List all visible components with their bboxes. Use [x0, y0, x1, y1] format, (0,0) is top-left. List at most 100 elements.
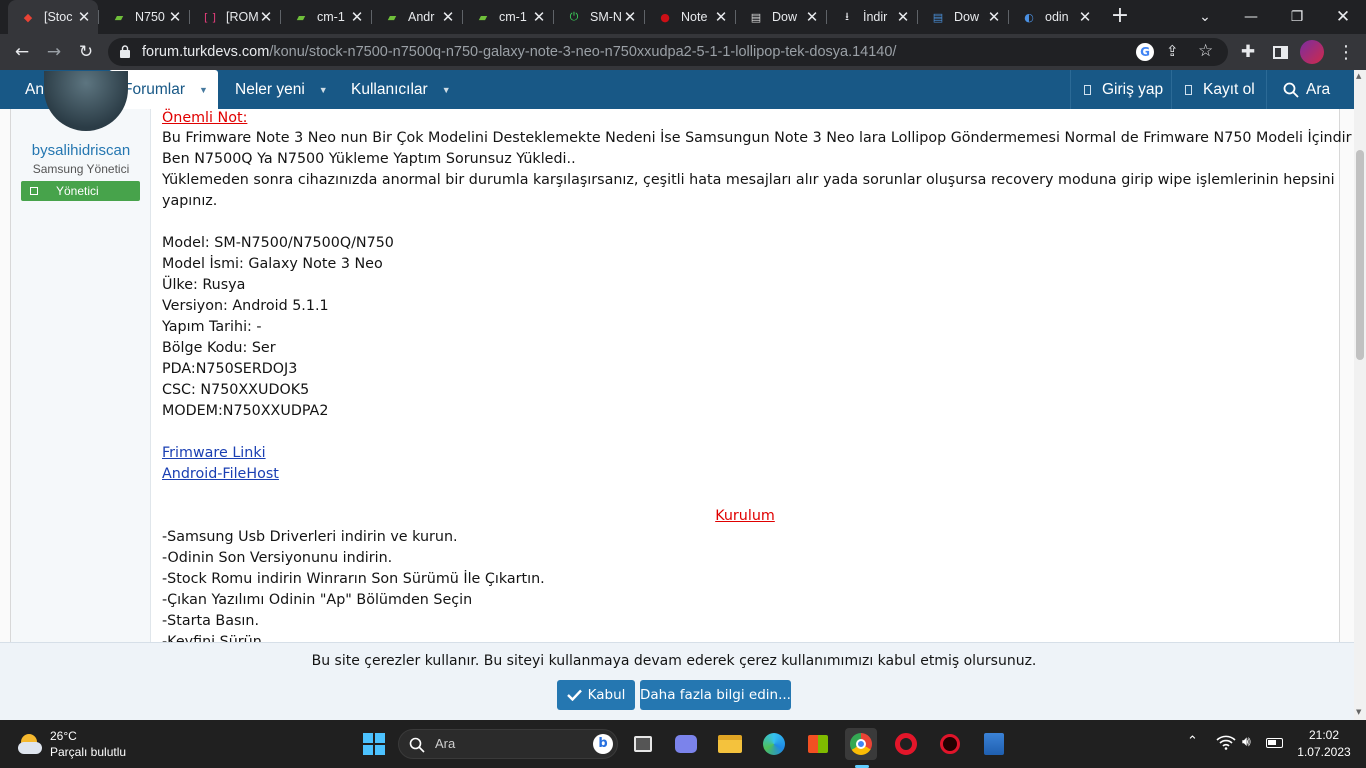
cookie-text: Bu site çerezler kullanır. Bu siteyi kul… [311, 653, 1037, 669]
chrome-icon[interactable] [845, 728, 877, 760]
chevron-down-icon[interactable]: ▼ [442, 85, 451, 95]
taskbar-search-placeholder: Ara [435, 736, 456, 751]
battery-icon[interactable] [1266, 738, 1283, 748]
close-tab-icon[interactable]: ✕ [349, 8, 365, 26]
reload-icon[interactable]: ↻ [74, 40, 98, 64]
scroll-down-icon[interactable]: ▼ [1356, 708, 1361, 716]
key-icon [1084, 84, 1091, 95]
cookie-accept-button[interactable]: Kabul [557, 680, 635, 710]
scrollbar-thumb[interactable] [1356, 150, 1364, 360]
clock-time[interactable]: 21:02 [1294, 728, 1354, 742]
tab-separator [644, 10, 645, 24]
menu-dots-icon[interactable]: ⋮ [1334, 40, 1358, 64]
close-tab-icon[interactable]: ✕ [1077, 8, 1093, 26]
tab-title: Dow [772, 10, 798, 24]
browser-tab[interactable]: ▰ cm-1 ✕ [463, 0, 553, 34]
forward-arrow-icon[interactable]: → [42, 40, 66, 64]
task-view-icon[interactable] [627, 728, 659, 760]
android-filehost-link[interactable]: Android-FileHost [162, 466, 279, 482]
close-tab-icon[interactable]: ✕ [76, 8, 92, 26]
share-icon[interactable]: ⇪ [1166, 42, 1179, 60]
close-tab-icon[interactable]: ✕ [258, 8, 274, 26]
turkdevs-icon: ◆ [23, 10, 33, 24]
browser-tab[interactable]: ◆ [Stoc ✕ [8, 0, 98, 34]
tab-separator [189, 10, 190, 24]
browser-tab[interactable]: ▰ Andr ✕ [372, 0, 462, 34]
maximize-button[interactable]: ❐ [1274, 0, 1320, 34]
android-icon: ▰ [387, 10, 397, 24]
nav-whats-new[interactable]: Neler yeni ▼ [235, 70, 328, 109]
chevron-down-icon[interactable]: ▼ [199, 85, 208, 95]
extensions-icon[interactable]: ✚ [1236, 40, 1260, 64]
browser-tab[interactable]: ◐ odin ✕ [1009, 0, 1099, 34]
user-title: Samsung Yönetici [32, 162, 130, 176]
nav-forums-label: Forumlar [123, 80, 186, 98]
teams-chat-icon[interactable] [670, 728, 702, 760]
close-tab-icon[interactable]: ✕ [167, 8, 183, 26]
nav-search[interactable]: Ara [1283, 70, 1330, 109]
nav-members[interactable]: Kullanıcılar ▼ [351, 70, 451, 109]
tab-separator [371, 10, 372, 24]
close-tab-icon[interactable]: ✕ [895, 8, 911, 26]
note-line: Ben N7500Q Ya N7500 Yükleme Yaptım Sorun… [162, 151, 576, 167]
page-scrollbar[interactable]: ▲ ▼ [1354, 70, 1366, 720]
nav-divider [1266, 70, 1267, 109]
user-plus-icon [1185, 84, 1192, 95]
username-link[interactable]: bysalihidriscan [11, 142, 151, 159]
wifi-icon[interactable] [1216, 734, 1236, 752]
file-explorer-icon[interactable] [714, 728, 746, 760]
minimize-button[interactable]: — [1228, 0, 1274, 34]
browser-tab[interactable]: ⏻ SM-N ✕ [554, 0, 644, 34]
tab-title: [ROM [226, 10, 258, 24]
avatar[interactable] [44, 71, 128, 131]
close-window-button[interactable]: ✕ [1320, 0, 1366, 34]
nav-register[interactable]: Kayıt ol [1185, 70, 1255, 109]
profile-avatar[interactable] [1300, 40, 1324, 64]
spec-line: MODEM:N750XXUDPA2 [162, 403, 329, 419]
back-arrow-icon[interactable]: ← [10, 40, 34, 64]
google-lens-icon[interactable]: G [1136, 43, 1154, 61]
browser-tab[interactable]: ▰ N750 ✕ [99, 0, 189, 34]
installer-app-icon[interactable] [978, 728, 1010, 760]
document-icon: ▤ [932, 10, 944, 24]
weather-temp[interactable]: 26°C [50, 729, 77, 743]
gaming-app-icon[interactable] [934, 728, 966, 760]
chevron-up-icon[interactable]: ⌃ [1187, 734, 1198, 749]
close-tab-icon[interactable]: ✕ [622, 8, 638, 26]
start-windows-icon[interactable] [358, 728, 390, 760]
tab-separator [735, 10, 736, 24]
browser-tab[interactable]: ▤ Dow ✕ [918, 0, 1008, 34]
user-badge-label: Yönetici [56, 184, 99, 198]
weather-icon[interactable] [18, 732, 44, 756]
clock-date[interactable]: 1.07.2023 [1294, 745, 1354, 759]
browser-tab[interactable]: ▰ cm-1 ✕ [281, 0, 371, 34]
close-tab-icon[interactable]: ✕ [531, 8, 547, 26]
microsoft-store-icon[interactable] [802, 728, 834, 760]
download-icon: ⭳ [845, 9, 849, 23]
scroll-up-icon[interactable]: ▲ [1356, 72, 1361, 80]
close-tab-icon[interactable]: ✕ [804, 8, 820, 26]
browser-tab[interactable]: ▤ Dow ✕ [736, 0, 826, 34]
browser-tab[interactable]: ● Note ✕ [645, 0, 735, 34]
close-tab-icon[interactable]: ✕ [440, 8, 456, 26]
close-tab-icon[interactable]: ✕ [986, 8, 1002, 26]
close-tab-icon[interactable]: ✕ [713, 8, 729, 26]
chevron-down-icon[interactable]: ▼ [319, 85, 328, 95]
nav-login[interactable]: Giriş yap [1084, 70, 1163, 109]
browser-tab[interactable]: ⭳ İndir ✕ [827, 0, 917, 34]
weather-desc[interactable]: Parçalı bulutlu [50, 745, 126, 759]
browser-tab[interactable]: [ ] [ROM ✕ [190, 0, 280, 34]
taskbar-search[interactable]: Ara b [398, 729, 618, 759]
tab-title: odin [1045, 10, 1069, 24]
edge-icon[interactable] [758, 728, 790, 760]
firmware-link[interactable]: Frimware Linki [162, 445, 266, 461]
address-bar[interactable]: forum.turkdevs.com/konu/stock-n7500-n750… [108, 38, 1228, 66]
tab-search-icon[interactable]: ⌄ [1182, 0, 1228, 34]
new-tab-button[interactable]: + [1108, 5, 1132, 29]
bookmark-star-icon[interactable]: ☆ [1198, 41, 1213, 61]
volume-icon[interactable]: 🔊︎ [1242, 734, 1251, 750]
opera-icon[interactable] [890, 728, 922, 760]
side-panel-icon[interactable] [1268, 40, 1292, 64]
cookie-more-info-button[interactable]: Daha fazla bilgi edin... [640, 680, 791, 710]
bing-icon[interactable]: b [593, 734, 613, 754]
